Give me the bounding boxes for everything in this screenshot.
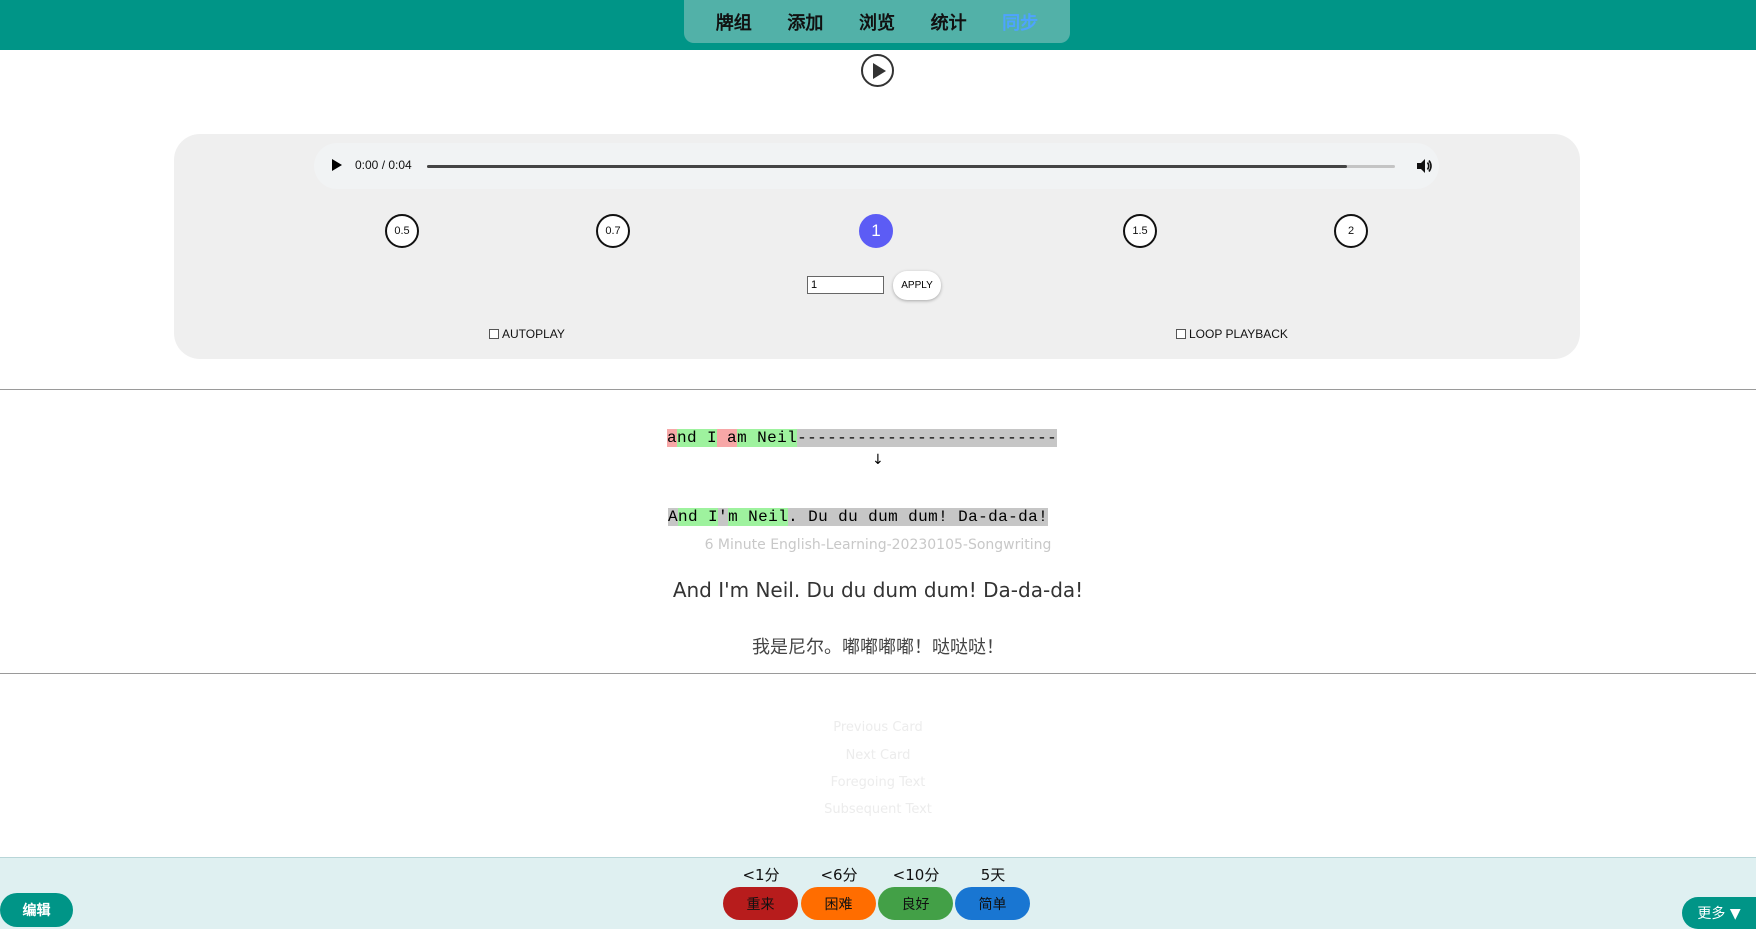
diff-segment: a	[717, 429, 738, 447]
diff-segment: nd I	[678, 508, 719, 526]
nav-browse[interactable]: 浏览	[859, 9, 895, 35]
nav-add[interactable]: 添加	[787, 9, 823, 35]
next-card-link[interactable]: Next Card	[0, 748, 1756, 763]
audio-progress-fill	[427, 165, 1347, 168]
divider	[0, 389, 1756, 390]
speed-0.5-button[interactable]: 0.5	[385, 214, 419, 248]
good-interval: <10分	[892, 866, 940, 884]
good-button[interactable]: 良好	[878, 887, 953, 920]
speed-1-button[interactable]: 1	[859, 214, 893, 248]
speed-0.7-button[interactable]: 0.7	[596, 214, 630, 248]
audio-seek-bar[interactable]	[427, 165, 1395, 168]
nav-stats[interactable]: 统计	[931, 9, 967, 35]
hard-interval: <6分	[820, 866, 858, 884]
apply-button[interactable]: APPLY	[893, 271, 941, 300]
loop-checkbox[interactable]	[1176, 329, 1186, 339]
play-icon	[872, 62, 886, 79]
playback-rate-input[interactable]	[807, 276, 884, 294]
diff-segment: A	[668, 508, 679, 526]
diff-segment: m Neil	[728, 508, 789, 526]
audio-player: 0:00 / 0:04	[314, 143, 1439, 189]
sentence-english: And I'm Neil. Du du dum dum! Da-da-da!	[672, 578, 1084, 602]
play-audio-button[interactable]	[861, 54, 894, 87]
volume-icon[interactable]	[1415, 157, 1433, 175]
again-interval: <1分	[742, 866, 780, 884]
previous-card-link[interactable]: Previous Card	[0, 720, 1756, 735]
diff-segment: m Neil	[737, 429, 798, 447]
hard-button[interactable]: 困难	[801, 887, 876, 920]
correct-answer-diff: And I'm Neil. Du du dum dum! Da-da-da!	[648, 490, 1049, 526]
easy-button[interactable]: 简单	[955, 887, 1030, 920]
again-button[interactable]: 重来	[723, 887, 798, 920]
card-source: 6 Minute English-Learning-20230105-Songw…	[704, 537, 1052, 553]
typed-answer-diff: and I am Neil--------------------------	[647, 411, 1058, 447]
loop-label: LOOP PLAYBACK	[1189, 327, 1288, 341]
autoplay-checkbox[interactable]	[489, 329, 499, 339]
audio-play-icon[interactable]	[332, 159, 342, 171]
autoplay-label: AUTOPLAY	[502, 327, 565, 341]
subsequent-text-link[interactable]: Subsequent Text	[0, 802, 1756, 817]
diff-segment: a	[667, 429, 678, 447]
loop-option: LOOP PLAYBACK	[1176, 327, 1288, 341]
diff-segment: '	[718, 508, 729, 526]
diff-segment: --------------------------	[797, 429, 1058, 447]
nav-decks[interactable]: 牌组	[716, 9, 752, 35]
nav-sync[interactable]: 同步	[1002, 9, 1038, 35]
foregoing-text-link[interactable]: Foregoing Text	[0, 775, 1756, 790]
divider	[0, 673, 1756, 674]
speed-2-button[interactable]: 2	[1334, 214, 1368, 248]
top-nav: 牌组 添加 浏览 统计 同步	[684, 0, 1070, 43]
more-button[interactable]: 更多 ▼	[1682, 897, 1756, 929]
diff-segment: nd I	[677, 429, 718, 447]
easy-interval: 5天	[980, 866, 1006, 884]
audio-time: 0:00 / 0:04	[355, 158, 412, 172]
diff-arrow: ↓	[872, 452, 884, 468]
diff-segment: . Du du dum dum! Da-da-da!	[788, 508, 1049, 526]
edit-button[interactable]: 编辑	[0, 893, 73, 927]
autoplay-option: AUTOPLAY	[489, 327, 565, 341]
sentence-chinese: 我是尼尔。嘟嘟嘟嘟！哒哒哒！	[752, 637, 1004, 658]
speed-1.5-button[interactable]: 1.5	[1123, 214, 1157, 248]
